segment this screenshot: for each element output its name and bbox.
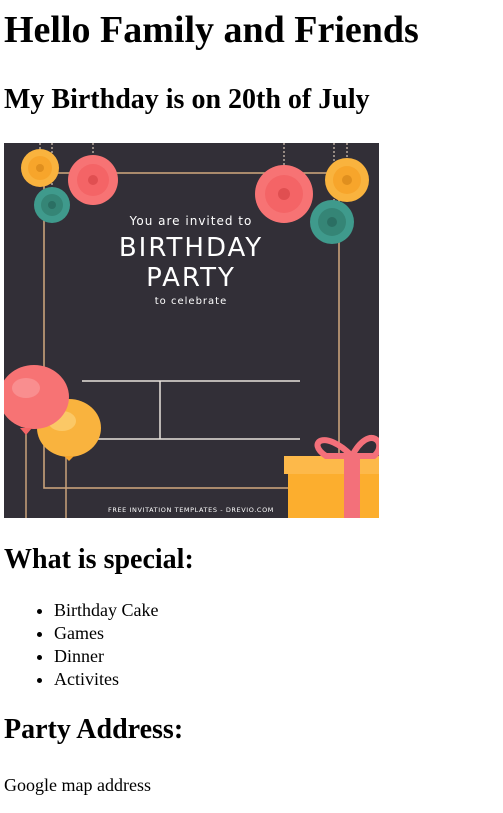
list-item: Activites	[54, 668, 499, 691]
invite-line-4: to celebrate	[155, 296, 227, 307]
invitation-image: You are invited to BIRTHDAY PARTY to cel…	[4, 143, 379, 518]
orange-flower-right-icon	[325, 158, 369, 202]
invite-footer: FREE INVITATION TEMPLATES - DREVIO.COM	[108, 506, 274, 514]
invite-line-2: BIRTHDAY	[119, 233, 263, 263]
special-heading: What is special:	[4, 544, 194, 575]
teal-flower-icon	[34, 187, 70, 223]
page: Hello Family and Friends My Birthday is …	[0, 8, 503, 797]
pink-flower-right-icon	[255, 165, 313, 223]
invite-line-3: PARTY	[146, 263, 236, 293]
address-heading: Party Address:	[4, 714, 184, 745]
page-heading: Hello Family and Friends	[4, 9, 419, 51]
list-item: Birthday Cake	[54, 599, 499, 622]
special-list: Birthday Cake Games Dinner Activites	[4, 599, 499, 691]
birthday-date-heading: My Birthday is on 20th of July	[4, 84, 370, 115]
list-item: Games	[54, 622, 499, 645]
map-address-text: Google map address	[4, 775, 151, 795]
orange-flower-icon	[21, 149, 59, 187]
list-item: Dinner	[54, 645, 499, 668]
invite-line-1: You are invited to	[129, 214, 253, 228]
pink-flower-icon	[68, 155, 118, 205]
teal-flower-right-icon	[310, 200, 354, 244]
